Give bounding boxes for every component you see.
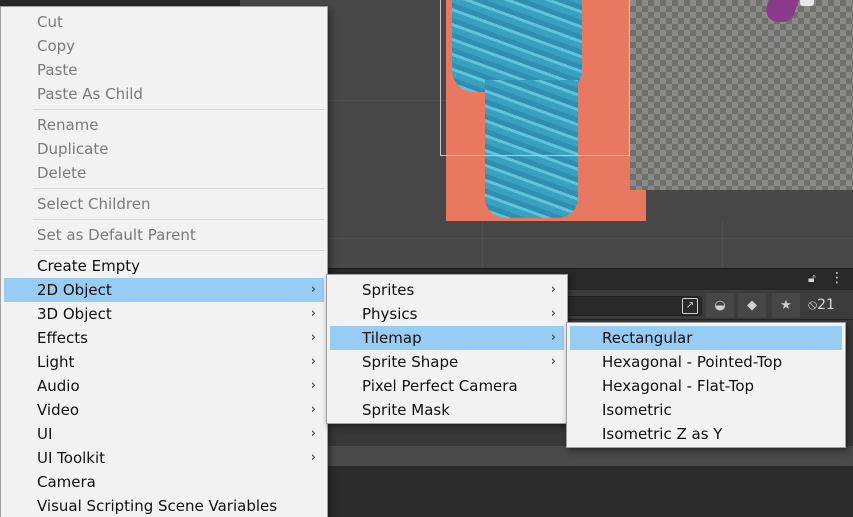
chevron-right-icon: › (550, 282, 556, 297)
menu-item-select-children: Select Children (37, 195, 151, 213)
menu-item-sprite-shape[interactable]: Sprite Shape › (330, 350, 564, 374)
menu-item-visual-scripting-scene-variables[interactable]: Visual Scripting Scene Variables (4, 494, 324, 517)
menu-item-pixel-perfect-camera[interactable]: Pixel Perfect Camera (330, 374, 564, 398)
menu-separator (33, 188, 324, 189)
lock-icon[interactable]: 🔓︎ (808, 271, 816, 286)
menu-item-label: Sprites (362, 281, 415, 299)
tag-icon[interactable]: ◆ (738, 293, 766, 318)
menu-item-set-default-parent: Set as Default Parent (37, 226, 196, 244)
menu-item-delete: Delete (37, 164, 87, 182)
menu-separator (33, 109, 324, 110)
menu-item-paste: Paste (37, 61, 78, 79)
chevron-right-icon: › (310, 402, 316, 417)
menu-item-label: 3D Object (37, 305, 112, 323)
menu-item-hexagonal-flat-top[interactable]: Hexagonal - Flat-Top (570, 374, 842, 398)
menu-item-label: 2D Object (37, 281, 112, 299)
scene-empty-area (646, 190, 853, 221)
menu-item-cut: Cut (37, 13, 63, 31)
menu-item-label: UI Toolkit (37, 449, 106, 467)
camera-bounds (440, 0, 630, 156)
menu-separator (33, 250, 324, 251)
menu-item-ui-toolkit[interactable]: UI Toolkit › (4, 446, 324, 470)
menu-item-rectangular[interactable]: Rectangular (570, 326, 842, 350)
menu-item-light[interactable]: Light › (4, 350, 324, 374)
menu-item-sprite-mask[interactable]: Sprite Mask (330, 398, 564, 422)
menu-item-create-empty[interactable]: Create Empty (4, 254, 324, 278)
search-mode-icon[interactable]: ↗ (682, 298, 698, 314)
submenu-tilemap: Rectangular Hexagonal - Pointed-Top Hexa… (566, 322, 846, 448)
eye-slash-icon: ⦸ (808, 297, 818, 313)
menu-item-effects[interactable]: Effects › (4, 326, 324, 350)
visible-count: 21 (817, 297, 835, 313)
menu-item-hexagonal-pointed-top[interactable]: Hexagonal - Pointed-Top (570, 350, 842, 374)
chevron-right-icon: › (550, 354, 556, 369)
grid-line (240, 238, 853, 239)
menu-separator (33, 219, 324, 220)
menu-item-sprites[interactable]: Sprites › (330, 278, 564, 302)
menu-item-physics[interactable]: Physics › (330, 302, 564, 326)
menu-item-label: Tilemap (362, 329, 422, 347)
scene-view[interactable] (240, 0, 853, 268)
star-icon[interactable]: ★ (772, 293, 800, 318)
menu-item-label: Audio (37, 377, 80, 395)
chevron-right-icon: › (310, 306, 316, 321)
menu-item-label: Light (37, 353, 75, 371)
menu-item-rename: Rename (37, 116, 99, 134)
menu-item-tilemap[interactable]: Tilemap › (330, 326, 564, 350)
menu-item-camera[interactable]: Camera (4, 470, 324, 494)
chevron-right-icon: › (310, 330, 316, 345)
search-input[interactable] (560, 296, 702, 316)
menu-item-label: UI (37, 425, 53, 443)
menu-item-audio[interactable]: Audio › (4, 374, 324, 398)
menu-item-copy: Copy (37, 37, 76, 55)
chevron-right-icon: › (310, 282, 316, 297)
submenu-2d-object: Sprites › Physics › Tilemap › Sprite Sha… (326, 274, 568, 424)
stone-tile (630, 0, 853, 190)
menu-item-3d-object[interactable]: 3D Object › (4, 302, 324, 326)
menu-item-isometric-z-as-y[interactable]: Isometric Z as Y (570, 422, 842, 446)
chevron-right-icon: › (550, 306, 556, 321)
more-options-icon[interactable]: ⋮ (830, 270, 844, 286)
menu-item-video[interactable]: Video › (4, 398, 324, 422)
menu-item-duplicate: Duplicate (37, 140, 109, 158)
menu-item-label: Physics (362, 305, 418, 323)
menu-item-ui[interactable]: UI › (4, 422, 324, 446)
component-filter-icon[interactable]: ◒ (706, 293, 734, 318)
menu-item-label: Sprite Shape (362, 353, 459, 371)
menu-item-label: Video (37, 401, 80, 419)
character-sprite-part (800, 0, 814, 6)
context-menu: Cut Copy Paste Paste As Child Rename Dup… (0, 6, 328, 517)
chevron-right-icon: › (310, 354, 316, 369)
menu-item-isometric[interactable]: Isometric (570, 398, 842, 422)
menu-item-paste-as-child: Paste As Child (37, 85, 143, 103)
chevron-right-icon: › (310, 378, 316, 393)
menu-item-2d-object[interactable]: 2D Object › (4, 278, 324, 302)
chevron-right-icon: › (550, 330, 556, 345)
visibility-toggle[interactable]: ⦸21 (808, 293, 835, 318)
chevron-right-icon: › (310, 450, 316, 465)
chevron-right-icon: › (310, 426, 316, 441)
menu-item-label: Effects (37, 329, 88, 347)
